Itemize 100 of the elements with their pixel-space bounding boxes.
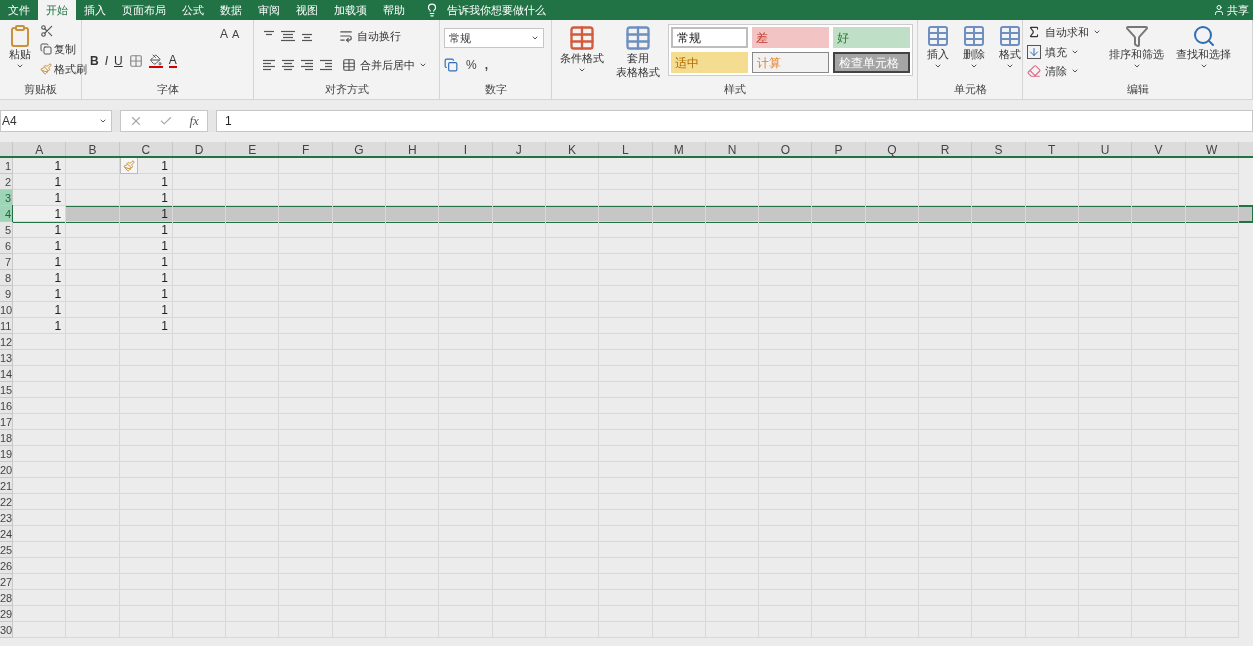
column-header[interactable]: V bbox=[1132, 142, 1186, 156]
row-header[interactable]: 22 bbox=[0, 494, 13, 510]
column-header[interactable]: E bbox=[226, 142, 280, 156]
insert-function-button[interactable]: fx bbox=[189, 111, 199, 131]
cells-button[interactable]: 插入 bbox=[922, 24, 954, 70]
row-header[interactable]: 24 bbox=[0, 526, 13, 542]
column-header[interactable]: M bbox=[652, 142, 706, 156]
format-painter-button[interactable]: 格式刷 bbox=[40, 60, 87, 77]
cells-button[interactable]: 格式 bbox=[994, 24, 1026, 70]
column-header[interactable]: K bbox=[545, 142, 600, 156]
fill-button[interactable]: 填充 bbox=[1027, 43, 1101, 60]
clear-button[interactable]: 清除 bbox=[1027, 63, 1101, 80]
row-header[interactable]: 11 bbox=[0, 318, 13, 334]
cells-button[interactable]: 删除 bbox=[958, 24, 990, 70]
fill-color-icon[interactable] bbox=[148, 54, 163, 68]
comma-button[interactable]: , bbox=[484, 56, 488, 74]
row-header[interactable]: 18 bbox=[0, 430, 13, 446]
row-header[interactable]: 5 bbox=[0, 222, 13, 238]
menu-tab[interactable]: 文件 bbox=[0, 0, 38, 20]
row-header[interactable]: 26 bbox=[0, 558, 13, 574]
column-header[interactable]: D bbox=[172, 142, 227, 156]
row-header[interactable]: 6 bbox=[0, 238, 13, 254]
column-header[interactable]: B bbox=[66, 142, 120, 156]
cell-style-option[interactable]: 好 bbox=[833, 27, 910, 48]
menu-tab[interactable]: 公式 bbox=[174, 0, 212, 20]
row-header[interactable]: 28 bbox=[0, 590, 13, 606]
align-left-icon[interactable] bbox=[262, 58, 276, 71]
cell-style-option[interactable]: 常规 bbox=[671, 27, 748, 48]
column-header[interactable]: P bbox=[812, 142, 866, 156]
underline-button[interactable]: U bbox=[114, 52, 123, 70]
row-header[interactable]: 16 bbox=[0, 398, 13, 414]
column-header[interactable]: A bbox=[13, 142, 67, 156]
shrink-font-button[interactable]: A bbox=[232, 25, 240, 43]
align-center-icon[interactable] bbox=[281, 58, 295, 71]
row-header[interactable]: 8 bbox=[0, 270, 13, 286]
row-header[interactable]: 7 bbox=[0, 254, 13, 270]
row-header[interactable]: 25 bbox=[0, 542, 13, 558]
percent-button[interactable]: % bbox=[466, 56, 477, 74]
column-header[interactable]: L bbox=[599, 142, 653, 156]
row-header[interactable]: 21 bbox=[0, 478, 13, 494]
row-header[interactable]: 20 bbox=[0, 462, 13, 478]
cell-style-option[interactable]: 差 bbox=[752, 27, 829, 48]
menu-tab[interactable]: 开始 bbox=[38, 0, 76, 20]
row-header[interactable]: 17 bbox=[0, 414, 13, 430]
column-header[interactable]: S bbox=[972, 142, 1026, 156]
column-header[interactable]: R bbox=[919, 142, 973, 156]
copy-button[interactable]: 复制 bbox=[40, 41, 87, 58]
row-header[interactable]: 13 bbox=[0, 350, 13, 366]
row-header[interactable]: 29 bbox=[0, 606, 13, 622]
menu-tab[interactable]: 插入 bbox=[76, 0, 114, 20]
row-header[interactable]: 19 bbox=[0, 446, 13, 462]
indent-icon[interactable] bbox=[319, 58, 333, 71]
row-header[interactable]: 27 bbox=[0, 574, 13, 590]
bold-button[interactable]: B bbox=[90, 52, 99, 70]
formula-input[interactable]: 1 bbox=[216, 110, 1253, 132]
column-header[interactable]: U bbox=[1078, 142, 1133, 156]
menu-tab[interactable]: 审阅 bbox=[250, 0, 288, 20]
row-header[interactable]: 14 bbox=[0, 366, 13, 382]
wrap-text-button[interactable]: 自动换行 bbox=[339, 28, 401, 45]
column-header[interactable]: G bbox=[332, 142, 387, 156]
font-color-button[interactable]: A bbox=[168, 54, 177, 68]
column-header[interactable]: F bbox=[279, 142, 333, 156]
merge-center-button[interactable]: 合并后居中 bbox=[342, 56, 427, 73]
row-header[interactable]: 1 bbox=[0, 158, 13, 174]
row-header[interactable]: 15 bbox=[0, 382, 13, 398]
row-header[interactable]: 30 bbox=[0, 622, 13, 638]
tell-me-search[interactable]: 告诉我你想要做什么 bbox=[447, 1, 546, 19]
italic-button[interactable]: I bbox=[104, 52, 108, 70]
column-header[interactable]: J bbox=[492, 142, 546, 156]
grow-font-button[interactable]: A bbox=[220, 25, 228, 43]
autosum-button[interactable]: 自动求和 bbox=[1027, 24, 1101, 41]
row-header[interactable]: 3 bbox=[0, 190, 13, 206]
column-header[interactable]: Q bbox=[865, 142, 920, 156]
paste-button[interactable]: 粘贴 bbox=[4, 24, 36, 70]
borders-icon[interactable] bbox=[128, 54, 143, 68]
cut-icon[interactable] bbox=[40, 24, 54, 38]
format-as-table-button[interactable]: 套用 表格格式 bbox=[612, 24, 664, 80]
align-middle-icon[interactable] bbox=[281, 30, 295, 43]
menu-tab[interactable]: 页面布局 bbox=[114, 0, 174, 20]
name-box[interactable]: A4 bbox=[0, 110, 112, 132]
row-header[interactable]: 9 bbox=[0, 286, 13, 302]
menu-tab[interactable]: 加载项 bbox=[326, 0, 375, 20]
row-header[interactable]: 23 bbox=[0, 510, 13, 526]
column-header[interactable]: I bbox=[439, 142, 493, 156]
column-header[interactable]: C bbox=[119, 142, 173, 156]
sort-filter-button[interactable]: 排序和筛选 bbox=[1105, 24, 1168, 70]
conditional-formatting-button[interactable]: 条件格式 bbox=[556, 24, 608, 74]
align-right-icon[interactable] bbox=[300, 58, 314, 71]
row-header[interactable]: 2 bbox=[0, 174, 13, 190]
column-header[interactable]: H bbox=[386, 142, 440, 156]
find-select-button[interactable]: 查找和选择 bbox=[1172, 24, 1235, 70]
menu-tab[interactable]: 数据 bbox=[212, 0, 250, 20]
row-header[interactable]: 10 bbox=[0, 302, 13, 318]
number-format-dropdown[interactable]: 常规 bbox=[444, 28, 544, 48]
column-header[interactable]: W bbox=[1185, 142, 1239, 156]
check-icon[interactable] bbox=[159, 114, 174, 128]
column-header[interactable]: O bbox=[759, 142, 813, 156]
share-button[interactable]: 共享 bbox=[1213, 1, 1253, 19]
row-header[interactable]: 12 bbox=[0, 334, 13, 350]
column-header[interactable]: T bbox=[1025, 142, 1079, 156]
